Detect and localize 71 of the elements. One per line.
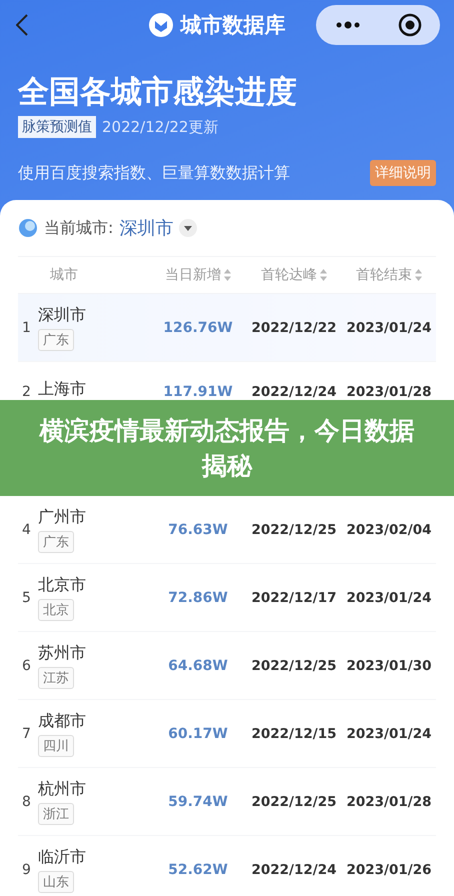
- city-name: 深圳市: [38, 304, 86, 326]
- end-date: 2023/01/24: [345, 320, 432, 336]
- city-name: 杭州市: [38, 778, 86, 800]
- end-date: 2023/01/24: [345, 590, 432, 606]
- peak-date: 2022/12/15: [250, 726, 338, 742]
- highlighted-row[interactable]: 1 深圳市 广东 126.76W 2022/12/22 2023/01/24: [18, 294, 436, 362]
- peak-date: 2022/12/25: [250, 522, 338, 538]
- daily-new-value: 126.76W: [162, 320, 234, 336]
- daily-new-value: 117.91W: [162, 384, 234, 400]
- city-name: 苏州市: [38, 642, 86, 664]
- city-name: 北京市: [38, 574, 86, 596]
- page-title: 全国各城市感染进度: [18, 73, 298, 112]
- end-date: 2023/02/04: [345, 522, 432, 538]
- city-name: 上海市: [38, 379, 86, 400]
- app-title: 城市数据库: [180, 12, 286, 39]
- end-date: 2023/01/24: [345, 726, 432, 742]
- column-header[interactable]: 城市: [38, 266, 150, 284]
- globe-icon: [18, 218, 38, 238]
- peak-date: 2022/12/24: [250, 862, 338, 878]
- update-date: 2022/12/22更新: [102, 118, 218, 136]
- column-header[interactable]: 首轮达峰: [246, 266, 342, 284]
- end-date: 2023/01/30: [345, 658, 432, 674]
- peak-date: 2022/12/22: [250, 320, 338, 336]
- rank-number: 7: [21, 726, 32, 742]
- detail-button[interactable]: 详细说明: [370, 160, 436, 186]
- daily-new-value: 60.17W: [167, 726, 229, 742]
- source-tag: 脉策预测值: [18, 116, 96, 138]
- province-tag: 广东: [38, 328, 74, 350]
- province-tag: 北京: [38, 598, 74, 620]
- end-date: 2023/01/28: [345, 794, 432, 810]
- rank-number: 8: [21, 794, 32, 810]
- sort-icon: [415, 269, 422, 281]
- sort-icon: [320, 269, 327, 281]
- description: 使用百度搜索指数、巨量算数数据计算: [18, 162, 290, 184]
- peak-date: 2022/12/24: [250, 384, 338, 400]
- daily-new-value: 76.63W: [167, 522, 229, 538]
- rank-number: 2: [21, 384, 32, 400]
- daily-new-value: 52.62W: [167, 862, 229, 878]
- sort-icon: [224, 269, 231, 281]
- city-name: 广州市: [38, 506, 86, 528]
- rank-number: 1: [21, 320, 32, 336]
- province-tag: 广东: [38, 530, 74, 552]
- current-city[interactable]: 深圳市: [119, 216, 174, 240]
- daily-new-value: 64.68W: [167, 658, 229, 674]
- daily-new-value: 59.74W: [167, 794, 229, 810]
- rank-number: 6: [21, 658, 32, 674]
- peak-date: 2022/12/25: [250, 658, 338, 674]
- column-header[interactable]: 首轮结束: [342, 266, 436, 284]
- caret-icon: [184, 226, 192, 230]
- close-icon[interactable]: [398, 13, 422, 37]
- rank-number: 4: [21, 522, 32, 538]
- back-icon[interactable]: [16, 14, 28, 36]
- end-date: 2023/01/28: [345, 384, 432, 400]
- city-name: 成都市: [38, 710, 86, 732]
- peak-date: 2022/12/17: [250, 590, 338, 606]
- daily-new-value: 72.86W: [167, 590, 229, 606]
- province-tag: 四川: [38, 734, 74, 756]
- peak-date: 2022/12/25: [250, 794, 338, 810]
- dropdown-button[interactable]: [179, 219, 198, 237]
- end-date: 2023/01/26: [345, 862, 432, 878]
- more-icon[interactable]: [334, 21, 360, 29]
- province-tag: 江苏: [38, 666, 74, 688]
- rank-number: 5: [21, 590, 32, 606]
- city-name: 临沂市: [38, 846, 86, 868]
- current-city-label: 当前城市:: [44, 218, 114, 238]
- headline: 横滨疫情最新动态报告，今日数据揭秘: [38, 415, 416, 482]
- column-header[interactable]: 当日新增: [150, 266, 246, 284]
- province-tag: 山东: [38, 870, 74, 892]
- logo-icon: [148, 13, 172, 37]
- province-tag: 浙江: [38, 802, 74, 824]
- rank-number: 9: [21, 862, 32, 878]
